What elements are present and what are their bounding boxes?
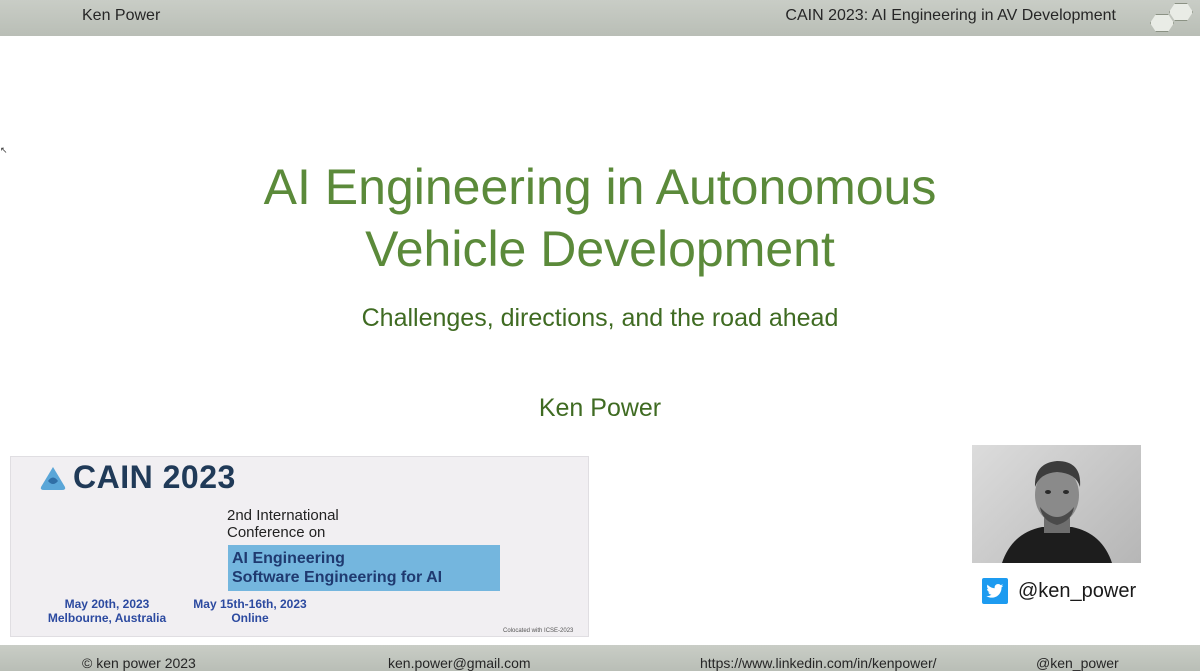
speaker-portrait-icon [1002,461,1112,563]
slide-title-line2: Vehicle Development [365,221,835,277]
conference-edition-line1: 2nd International [227,507,339,524]
conference-edition-line2: Conference on [227,524,326,541]
topic-line1: AI Engineering [232,550,345,567]
colocated-note: Colocated with ICSE-2023 [503,628,574,634]
speaker-twitter[interactable]: @ken_power [982,578,1136,604]
twitter-handle-text: @ken_power [1018,579,1137,602]
twitter-bird-icon [982,578,1008,604]
venue-online-date: May 15th-16th, 2023 [193,597,307,611]
cain-logo-icon [40,467,66,490]
cain-logo-text: CAIN 2023 [73,459,236,495]
venue-online: May 15th-16th, 2023 Online [189,597,311,625]
header-presenter-name: Ken Power [82,7,161,24]
hexagon-decoration-icon [1169,3,1193,21]
slide-title-line1: AI Engineering in Autonomous [263,159,937,215]
speaker-photo [972,445,1141,563]
footer-twitter[interactable]: @ken_power [1036,655,1119,671]
venue-online-place: Online [231,611,269,625]
topic-line2: Software Engineering for AI [232,569,443,586]
slide-title: AI Engineering in Autonomous Vehicle Dev… [0,156,1200,280]
footer-email[interactable]: ken.power@gmail.com [388,655,531,671]
mouse-cursor-icon: ↖ [0,146,8,156]
slide-footer-bar: © ken power 2023 ken.power@gmail.com htt… [0,645,1200,671]
footer-copyright: © ken power 2023 [82,655,196,671]
cain-conference-banner: CAIN 2023 2nd International Conference o… [10,456,589,637]
presenter-name: Ken Power [538,394,662,422]
header-deck-title: CAIN 2023: AI Engineering in AV Developm… [785,7,1116,24]
footer-linkedin[interactable]: https://www.linkedin.com/in/kenpower/ [700,655,937,671]
venue-melbourne: May 20th, 2023 Melbourne, Australia [38,597,176,625]
venue-melbourne-place: Melbourne, Australia [47,611,167,625]
conference-topic-box: AI Engineering Software Engineering for … [228,545,500,591]
slide-subtitle: Challenges, directions, and the road ahe… [361,304,839,332]
venue-melbourne-date: May 20th, 2023 [64,597,150,611]
slide-header-bar: Ken Power CAIN 2023: AI Engineering in A… [0,0,1200,36]
conference-edition: 2nd International Conference on [227,507,339,541]
hexagon-decoration-icon [1150,14,1174,32]
